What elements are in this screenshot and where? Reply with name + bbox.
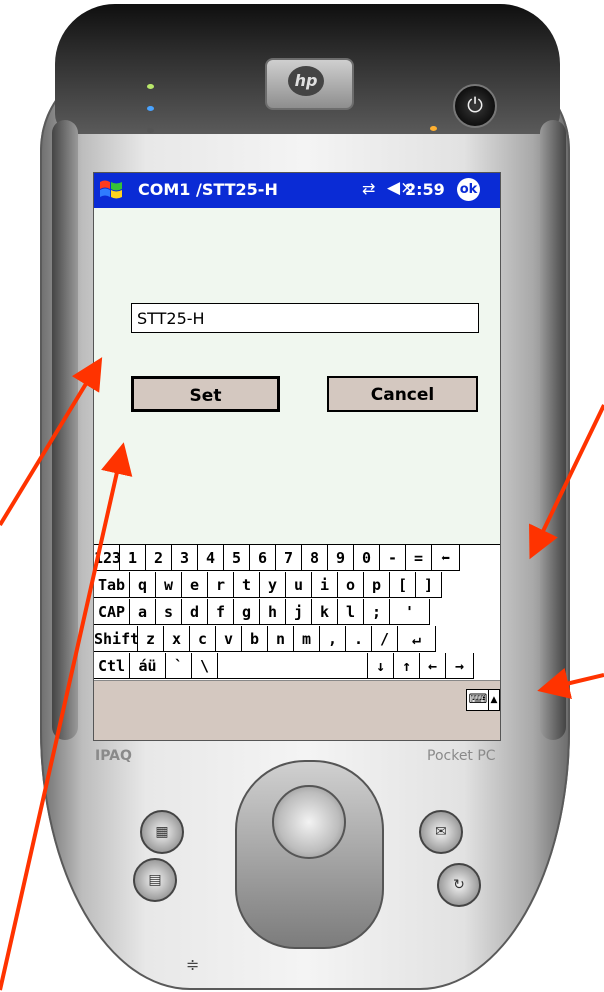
keyboard-key[interactable]: . [346,626,372,652]
hp-logo-icon: hp [288,66,324,96]
window-title: COM1 /STT25-H [138,180,278,199]
keyboard-key[interactable]: 8 [302,545,328,571]
led-blue-icon [147,106,154,111]
keyboard-key[interactable]: = [406,545,432,571]
keyboard-key[interactable]: ` [166,653,192,679]
keyboard-key[interactable]: q [130,572,156,598]
keyboard-key[interactable]: ; [364,599,390,625]
keyboard-key[interactable]: CAP [94,599,130,625]
input-selector-arrow-icon[interactable]: ▲ [488,689,500,711]
keyboard-key[interactable]: ⬅ [432,545,460,571]
keyboard-key[interactable]: 0 [354,545,380,571]
keyboard-key[interactable]: 5 [224,545,250,571]
soft-keyboard: 123 1 2 3 4 5 6 7 8 9 0- = ⬅ Tab q w e r t y u i o p[] CAP a s d f g h… [94,544,500,681]
keyboard-row: Ctl áü ` \ ↓ ↑ ← → [94,653,474,680]
key-space[interactable] [218,653,368,679]
calendar-button[interactable]: ▦ [140,810,184,854]
keyboard-key[interactable]: ↵ [398,626,436,652]
home-button[interactable]: ↻ [437,863,481,907]
keyboard-key[interactable]: p [364,572,390,598]
keyboard-icon[interactable]: ⌨ [466,689,490,711]
keyboard-key[interactable]: t [234,572,260,598]
keyboard-key[interactable]: ↓ [368,653,394,679]
keyboard-key[interactable]: 2 [146,545,172,571]
keyboard-key[interactable]: b [242,626,268,652]
keyboard-key[interactable]: y [260,572,286,598]
keyboard-key[interactable]: 123 [94,545,120,571]
clock[interactable]: 2:59 [405,180,445,199]
keyboard-key[interactable]: , [320,626,346,652]
keyboard-key[interactable]: 4 [198,545,224,571]
menu-bar: ⌨ ▲ [94,680,500,740]
keyboard-key[interactable]: 9 [328,545,354,571]
microphone-icon: ≑ [186,955,200,974]
keyboard-key[interactable]: - [380,545,406,571]
device-screen: COM1 /STT25-H ⇄ ◀× 2:59 ok STT25-H Set C… [93,172,501,741]
keyboard-key[interactable]: h [260,599,286,625]
keyboard-key[interactable]: r [208,572,234,598]
led-amber-icon [430,126,437,131]
keyboard-key[interactable]: m [294,626,320,652]
windows-flag-icon[interactable] [97,178,125,203]
power-button[interactable]: ⏻ [453,84,497,128]
keyboard-key[interactable]: v [216,626,242,652]
keyboard-key[interactable]: d [182,599,208,625]
keyboard-row: Tab q w e r t y u i o p[] [94,572,442,599]
keyboard-key[interactable]: ← [420,653,446,679]
keyboard-key[interactable]: k [312,599,338,625]
keyboard-key[interactable]: u [286,572,312,598]
led-green-icon [147,84,154,89]
keyboard-key[interactable]: 3 [172,545,198,571]
keyboard-key[interactable]: f [208,599,234,625]
keyboard-key[interactable]: 1 [120,545,146,571]
keyboard-key[interactable]: o [338,572,364,598]
keyboard-key[interactable]: Shift [94,626,138,652]
keyboard-key[interactable]: 7 [276,545,302,571]
text-input[interactable]: STT25-H [131,303,479,333]
keyboard-key[interactable]: \ [192,653,218,679]
cancel-button[interactable]: Cancel [327,376,478,412]
keyboard-key[interactable]: x [164,626,190,652]
keyboard-key[interactable]: ] [416,572,442,598]
keyboard-key[interactable]: ↑ [394,653,420,679]
keyboard-key[interactable]: 6 [250,545,276,571]
title-bar: COM1 /STT25-H ⇄ ◀× 2:59 ok [94,173,500,208]
led-off-icon [147,128,154,133]
keyboard-key[interactable]: c [190,626,216,652]
keyboard-key[interactable]: Tab [94,572,130,598]
keyboard-key[interactable]: → [446,653,474,679]
set-button[interactable]: Set [131,376,280,412]
contacts-button[interactable]: ▤ [133,858,177,902]
keyboard-key[interactable]: s [156,599,182,625]
ok-button[interactable]: ok [457,178,480,201]
keyboard-key[interactable]: ' [390,599,430,625]
connectivity-icon[interactable]: ⇄ [362,179,375,198]
keyboard-key[interactable]: z [138,626,164,652]
keyboard-row: 123 1 2 3 4 5 6 7 8 9 0- = ⬅ [94,545,460,572]
keyboard-key[interactable]: a [130,599,156,625]
navigation-center-button[interactable] [272,785,346,859]
keyboard-key[interactable]: / [372,626,398,652]
keyboard-key[interactable]: l [338,599,364,625]
keyboard-key[interactable]: n [268,626,294,652]
keyboard-key[interactable]: i [312,572,338,598]
device-left-rim [52,120,78,740]
keyboard-key[interactable]: áü [130,653,166,679]
brand-label-right: Pocket PC [427,748,496,764]
keyboard-row: Shift z x c v b n m,. / ↵ [94,626,436,653]
keyboard-key[interactable]: Ctl [94,653,130,679]
keyboard-key[interactable]: e [182,572,208,598]
inbox-button[interactable]: ✉ [419,810,463,854]
keyboard-row: CAP a s d f g h j k l; ' [94,599,430,626]
keyboard-key[interactable]: g [234,599,260,625]
device-right-rim [540,120,566,740]
keyboard-key[interactable]: j [286,599,312,625]
brand-label-left: IPAQ [95,748,132,764]
keyboard-key[interactable]: [ [390,572,416,598]
keyboard-key[interactable]: w [156,572,182,598]
